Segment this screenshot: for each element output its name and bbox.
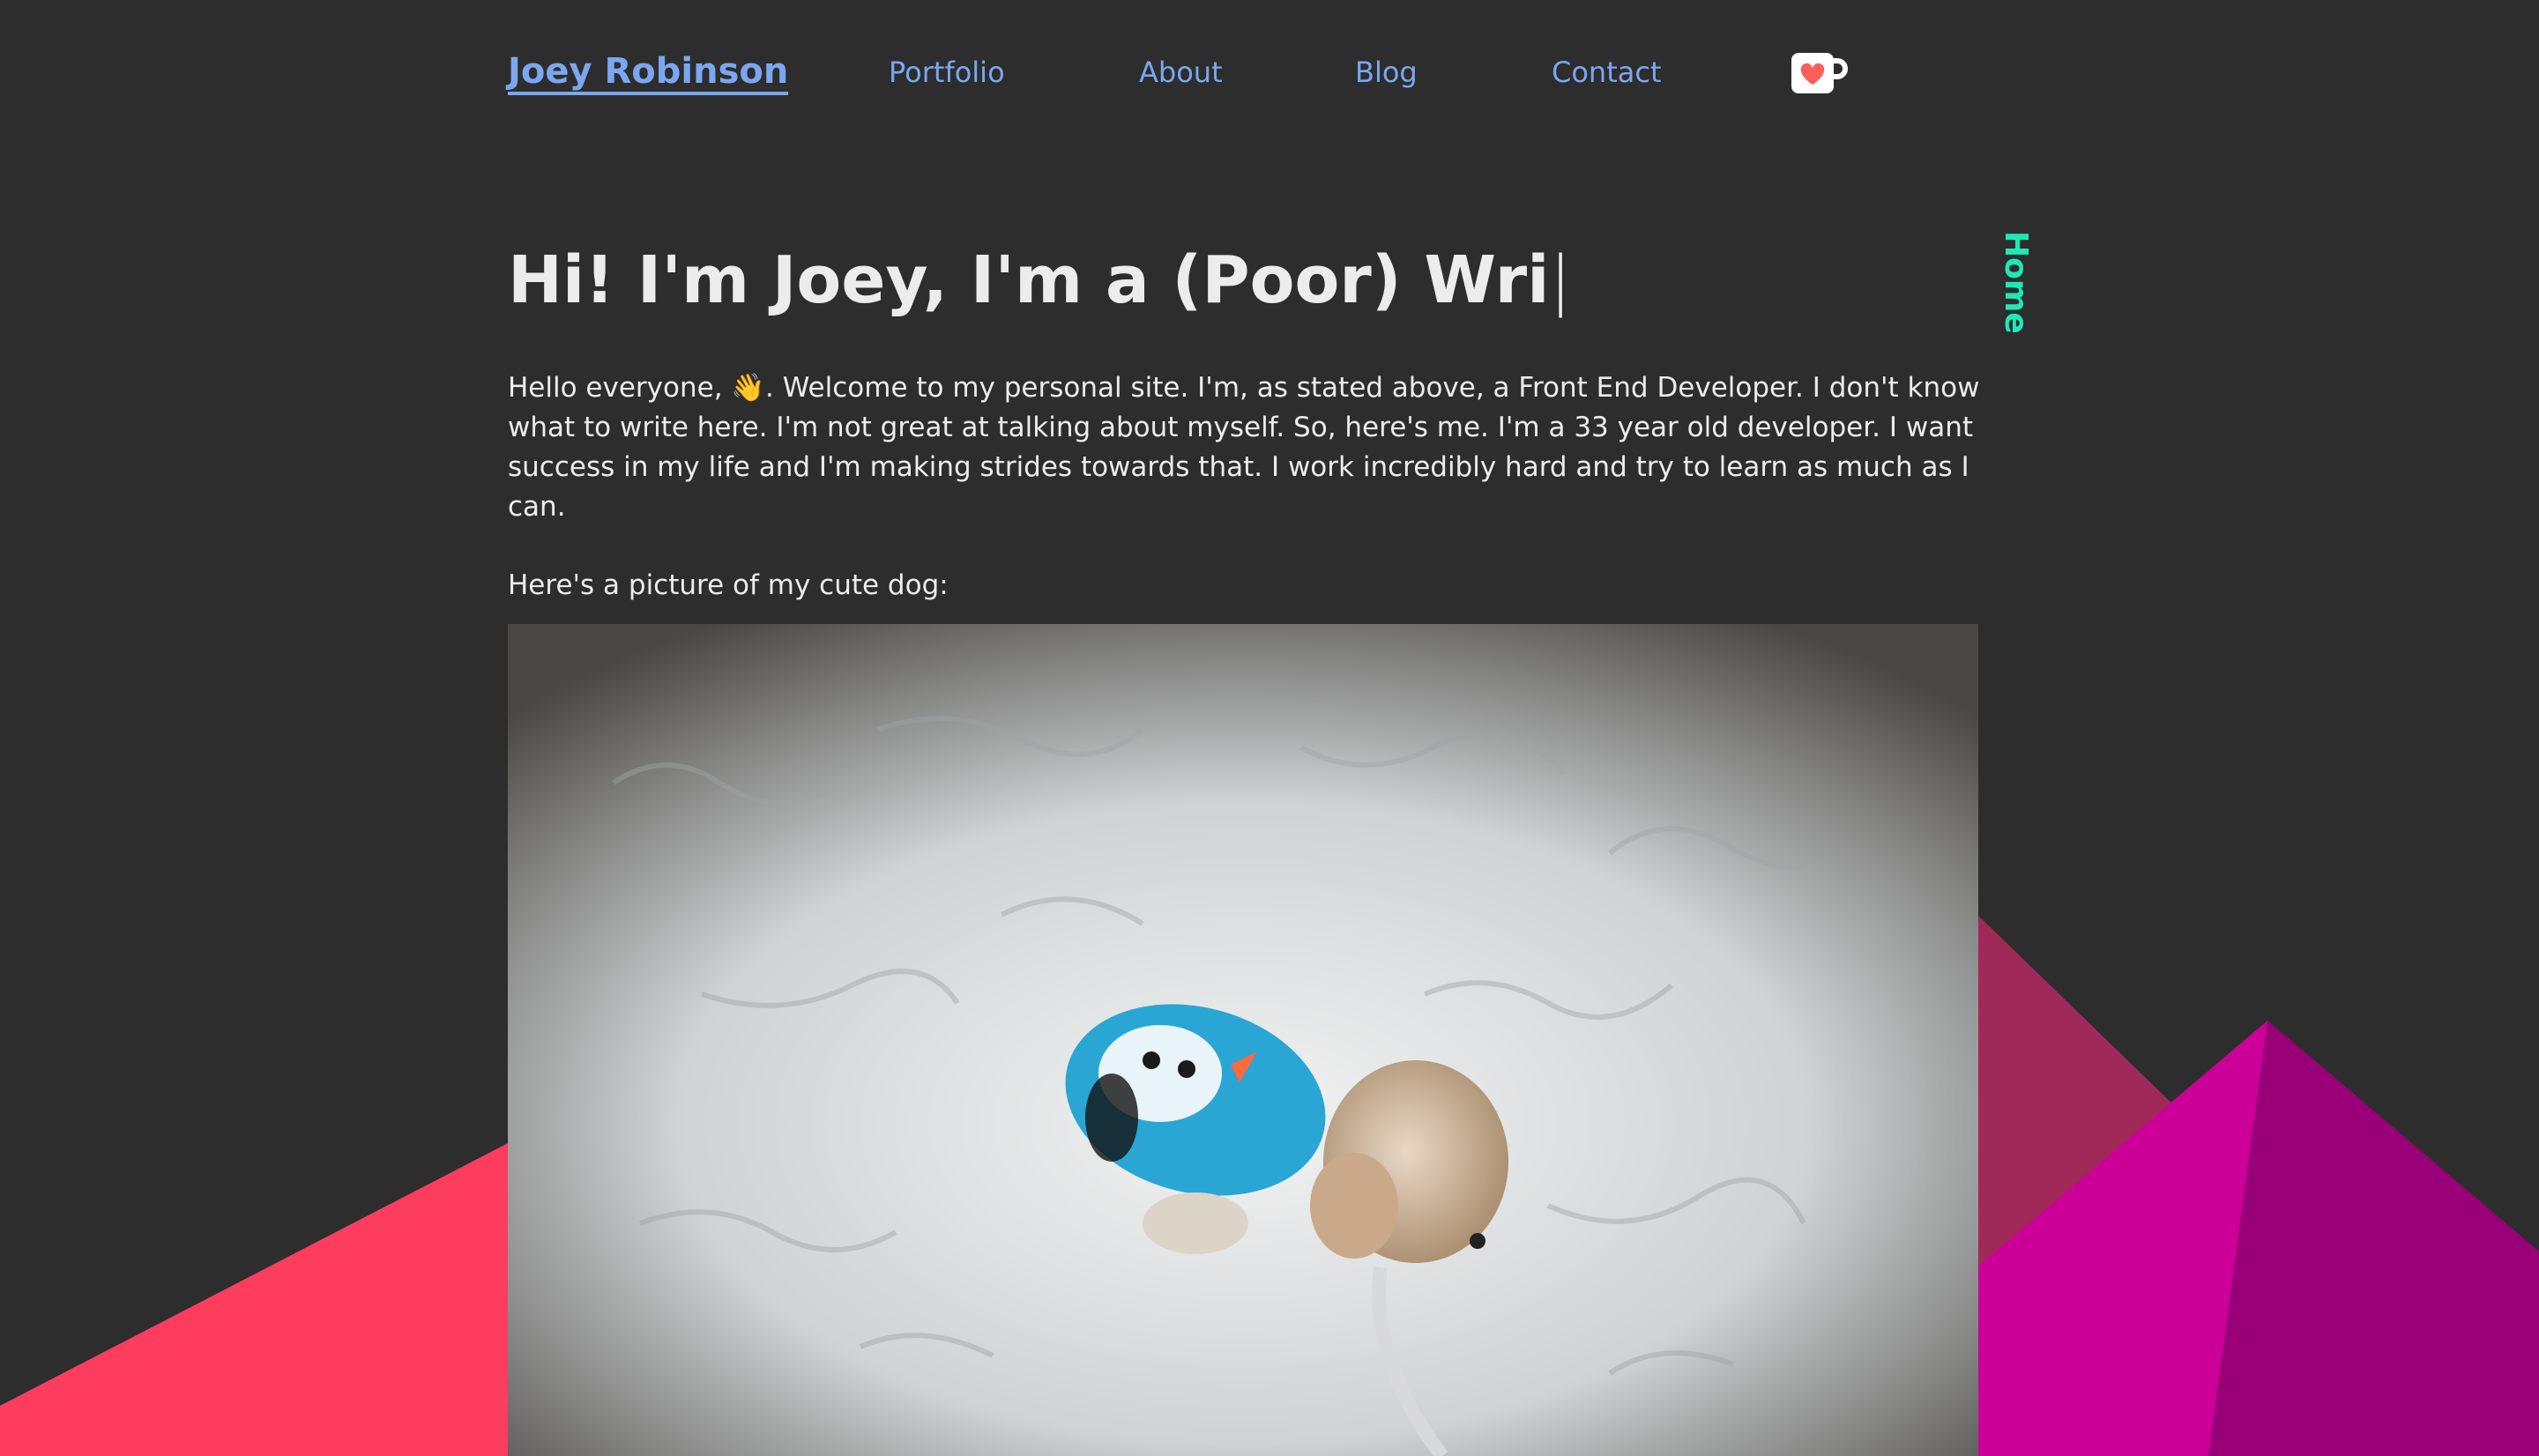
nav-about-link[interactable]: About [1139, 55, 1223, 90]
dog-photo-illustration [508, 624, 1978, 1456]
kofi-cup-icon[interactable] [1790, 51, 1850, 95]
main-content: Hi! I'm Joey, I'm a (Poor) Wri| Hello ev… [508, 231, 1980, 605]
dog-caption: Here's a picture of my cute dog: [508, 569, 949, 601]
page: Joey Robinson Portfolio About Blog Conta… [0, 0, 2539, 1456]
nav-contact-link[interactable]: Contact [1552, 55, 1662, 90]
nav-blog-link[interactable]: Blog [1355, 55, 1418, 90]
site-header: Joey Robinson Portfolio About Blog Conta… [0, 0, 2539, 145]
nav-portfolio-link[interactable]: Portfolio [889, 55, 1005, 90]
intro-paragraph: Hello everyone, 👋. Welcome to my persona… [508, 372, 1980, 523]
hero-title: Hi! I'm Joey, I'm a (Poor) Wri| [508, 231, 1980, 330]
mountain-red [0, 1141, 547, 1456]
typing-cursor: | [1549, 242, 1572, 318]
brand-link[interactable]: Joey Robinson [508, 51, 789, 95]
side-page-label: Home [1998, 231, 2034, 334]
hero-title-text: Hi! I'm Joey, I'm a (Poor) Wri [508, 242, 1550, 318]
moon-icon[interactable] [1984, 48, 2033, 97]
dog-photo [508, 624, 1978, 1456]
